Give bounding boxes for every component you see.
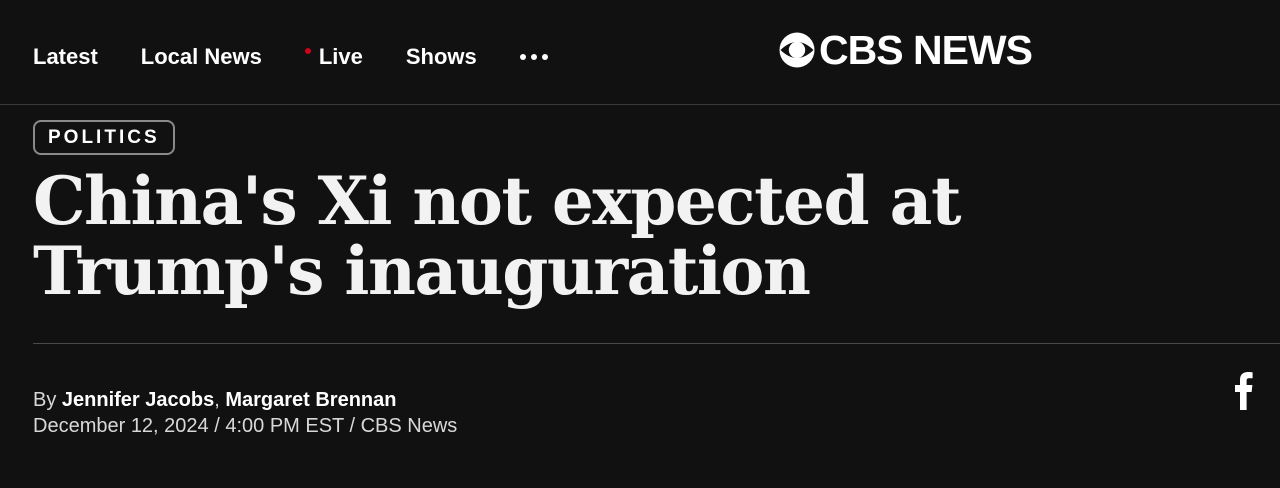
nav-item-shows[interactable]: Shows [406, 44, 477, 70]
live-indicator-dot [304, 48, 311, 54]
category-badge[interactable]: POLITICS [33, 120, 175, 155]
ellipsis-icon[interactable] [519, 43, 548, 71]
author-link[interactable]: Margaret Brennan [225, 389, 396, 411]
article-headline: China's Xi not expected at Trump's inaug… [33, 162, 961, 310]
facebook-icon [1235, 372, 1253, 410]
byline: By Jennifer Jacobs, Margaret Brennan [33, 387, 396, 413]
byline-prefix: By [33, 389, 57, 411]
nav-item-live[interactable]: Live [304, 44, 363, 70]
article-dateline: December 12, 2024 / 4:00 PM EST / CBS Ne… [33, 415, 458, 437]
cbs-eye-icon [779, 32, 815, 68]
author-separator: , [214, 389, 220, 411]
nav-item-latest[interactable]: Latest [33, 44, 98, 70]
ellipsis-dot [519, 54, 526, 60]
author-link[interactable]: Jennifer Jacobs [62, 389, 214, 411]
logo-text: CBS NEWS [819, 27, 1033, 73]
nav-menu: Latest Local News Live Shows [33, 43, 548, 71]
ellipsis-dot [530, 54, 537, 60]
top-navigation: Latest Local News Live Shows CBS NEWS [0, 0, 1280, 105]
facebook-share-button[interactable] [1226, 368, 1262, 412]
cbs-news-logo[interactable]: CBS NEWS [779, 27, 1033, 73]
nav-item-local-news[interactable]: Local News [141, 44, 262, 70]
headline-divider [33, 343, 1280, 344]
nav-item-live-label: Live [318, 44, 363, 69]
ellipsis-dot [541, 54, 548, 60]
